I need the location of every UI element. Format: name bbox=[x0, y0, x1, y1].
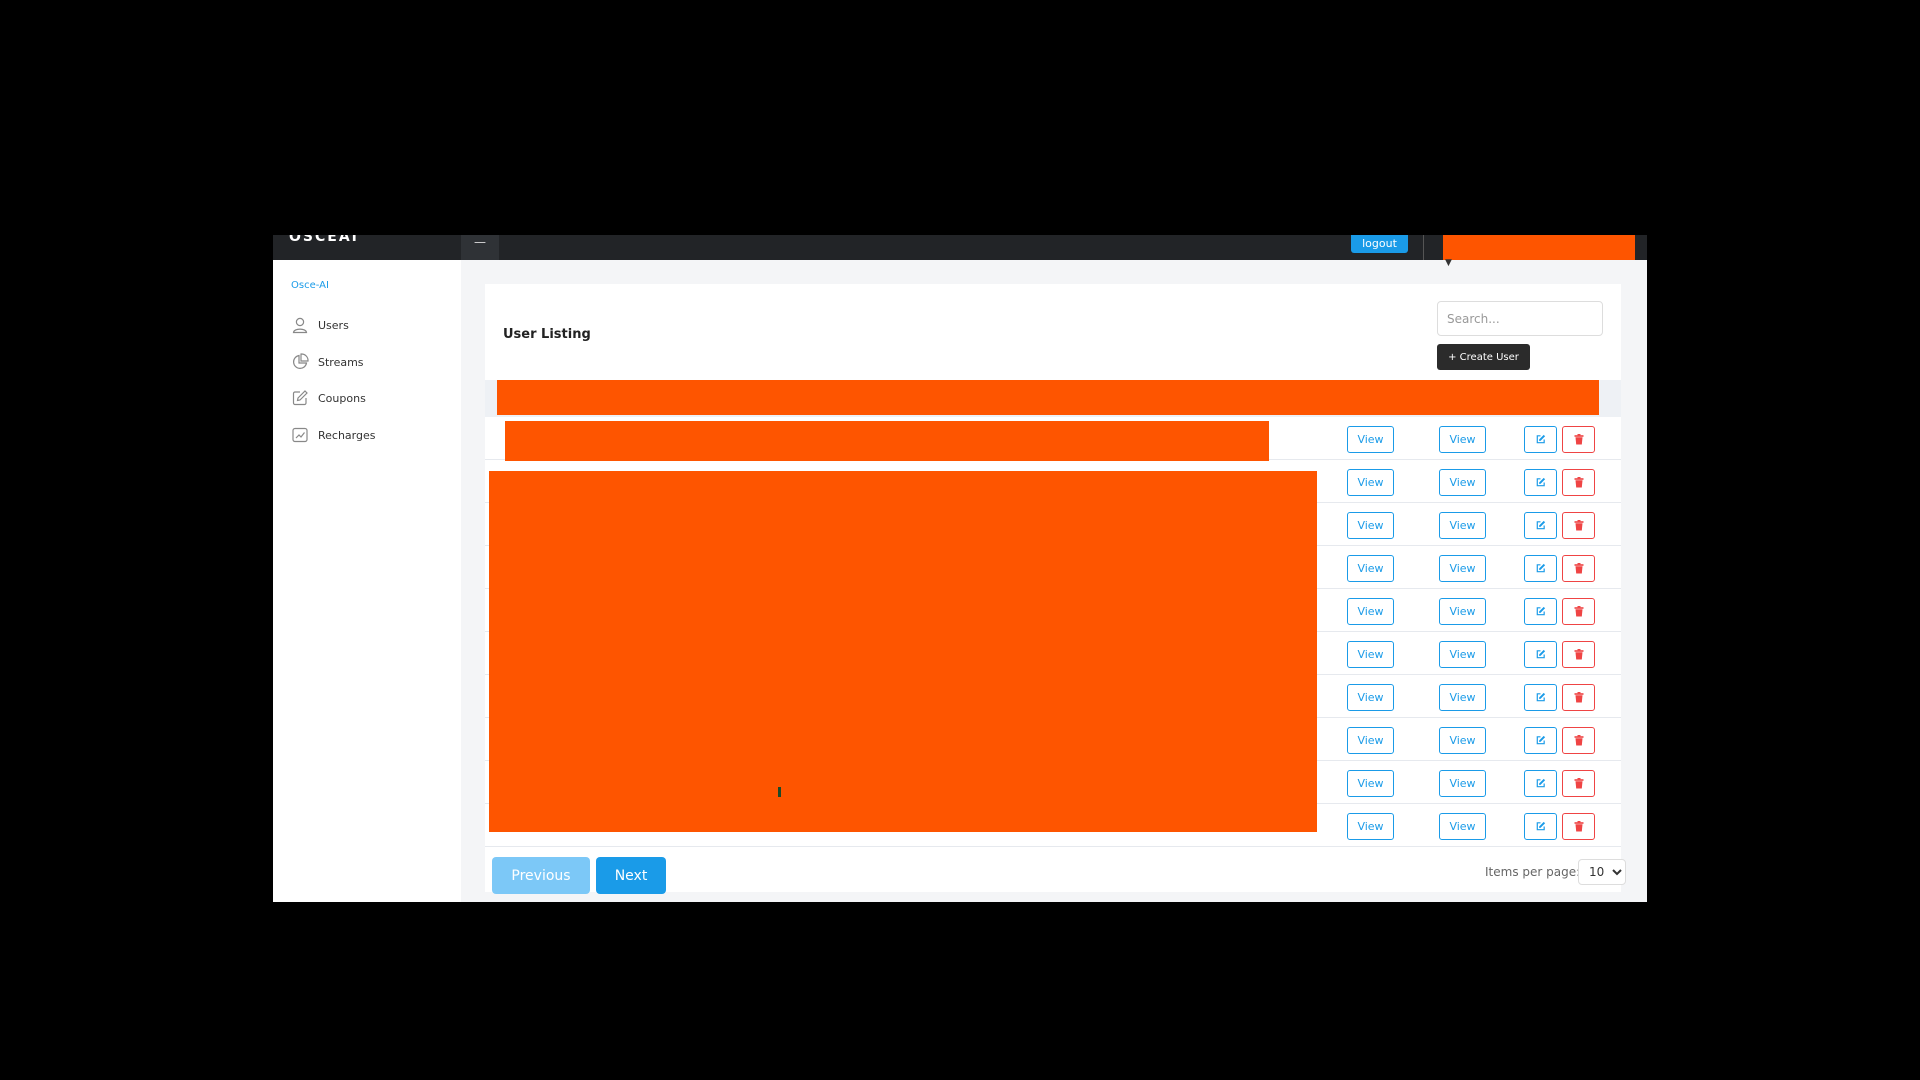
edit-icon bbox=[1536, 434, 1546, 444]
view-button[interactable]: View bbox=[1347, 512, 1394, 539]
view-button[interactable]: View bbox=[1347, 684, 1394, 711]
sidebar: Osce-AI Users Streams Coupons Recharges bbox=[273, 260, 461, 902]
edit-button[interactable] bbox=[1524, 684, 1557, 711]
app-window: OSCEAI — logout ▼ Osce-AI Users Streams bbox=[273, 235, 1647, 902]
sidebar-item-label: Recharges bbox=[318, 428, 376, 442]
sidebar-brand: Osce-AI bbox=[291, 280, 329, 291]
view-button[interactable]: View bbox=[1439, 727, 1486, 754]
view-button[interactable]: View bbox=[1439, 684, 1486, 711]
delete-button[interactable] bbox=[1562, 512, 1595, 539]
view-button[interactable]: View bbox=[1439, 469, 1486, 496]
view-button[interactable]: View bbox=[1439, 555, 1486, 582]
delete-button[interactable] bbox=[1562, 469, 1595, 496]
delete-button[interactable] bbox=[1562, 813, 1595, 840]
delete-button[interactable] bbox=[1562, 641, 1595, 668]
edit-icon bbox=[1536, 692, 1546, 702]
view-button[interactable]: View bbox=[1347, 555, 1394, 582]
delete-button[interactable] bbox=[1562, 684, 1595, 711]
edit-icon bbox=[1536, 735, 1546, 745]
view-button[interactable]: View bbox=[1347, 426, 1394, 453]
sidebar-item-label: Streams bbox=[318, 355, 364, 369]
view-button[interactable]: View bbox=[1347, 469, 1394, 496]
trash-icon bbox=[1574, 477, 1583, 488]
edit-button[interactable] bbox=[1524, 727, 1557, 754]
edit-button[interactable] bbox=[1524, 469, 1557, 496]
sidebar-item-coupons[interactable]: Coupons bbox=[291, 385, 451, 411]
create-user-button[interactable]: + Create User bbox=[1437, 344, 1530, 370]
trash-icon bbox=[1574, 520, 1583, 531]
edit-icon bbox=[1536, 477, 1546, 487]
edit-button[interactable] bbox=[1524, 770, 1557, 797]
redacted-table-content bbox=[489, 471, 1317, 832]
view-button[interactable]: View bbox=[1347, 727, 1394, 754]
edit-icon bbox=[1536, 563, 1546, 573]
next-button[interactable]: Next bbox=[596, 857, 666, 894]
view-button[interactable]: View bbox=[1439, 813, 1486, 840]
sidebar-item-label: Coupons bbox=[318, 391, 366, 405]
view-button[interactable]: View bbox=[1439, 426, 1486, 453]
redacted-row-content bbox=[505, 421, 1269, 461]
logout-button[interactable]: logout bbox=[1351, 235, 1408, 253]
trash-icon bbox=[1574, 692, 1583, 703]
view-button[interactable]: View bbox=[1439, 641, 1486, 668]
delete-button[interactable] bbox=[1562, 426, 1595, 453]
view-button[interactable]: View bbox=[1439, 770, 1486, 797]
edit-button[interactable] bbox=[1524, 813, 1557, 840]
edit-button[interactable] bbox=[1524, 641, 1557, 668]
edit-icon bbox=[1536, 821, 1546, 831]
edit-icon bbox=[1536, 606, 1546, 616]
trash-icon bbox=[1574, 434, 1583, 445]
edit-icon bbox=[1536, 778, 1546, 788]
edit-icon bbox=[1536, 520, 1546, 530]
delete-button[interactable] bbox=[1562, 770, 1595, 797]
text-cursor bbox=[778, 787, 781, 797]
delete-button[interactable] bbox=[1562, 598, 1595, 625]
pie-chart-icon bbox=[293, 353, 309, 369]
sidebar-item-users[interactable]: Users bbox=[291, 312, 451, 338]
top-bar: OSCEAI — logout ▼ bbox=[273, 235, 1647, 268]
view-button[interactable]: View bbox=[1439, 512, 1486, 539]
previous-button[interactable]: Previous bbox=[492, 857, 590, 894]
user-icon bbox=[292, 317, 308, 334]
sidebar-item-streams[interactable]: Streams bbox=[291, 349, 451, 375]
user-listing-card: User Listing + Create User View View Vie… bbox=[485, 284, 1626, 894]
view-button[interactable]: View bbox=[1439, 598, 1486, 625]
items-per-page-label: Items per page: bbox=[1485, 865, 1581, 879]
sidebar-item-label: Users bbox=[318, 318, 349, 332]
caret-down-icon[interactable]: ▼ bbox=[1445, 258, 1452, 268]
page-title: User Listing bbox=[503, 327, 591, 342]
view-button[interactable]: View bbox=[1347, 770, 1394, 797]
trash-icon bbox=[1574, 821, 1583, 832]
trash-icon bbox=[1574, 735, 1583, 746]
trash-icon bbox=[1574, 778, 1583, 789]
redacted-header bbox=[497, 380, 1599, 415]
items-per-page-select[interactable]: 10 bbox=[1578, 859, 1626, 885]
chart-line-icon bbox=[292, 427, 308, 443]
trash-icon bbox=[1574, 606, 1583, 617]
view-button[interactable]: View bbox=[1347, 598, 1394, 625]
search-input[interactable] bbox=[1437, 301, 1603, 336]
delete-button[interactable] bbox=[1562, 727, 1595, 754]
edit-icon bbox=[292, 390, 308, 406]
view-button[interactable]: View bbox=[1347, 813, 1394, 840]
trash-icon bbox=[1574, 649, 1583, 660]
hamburger-icon[interactable]: — bbox=[461, 235, 499, 260]
edit-button[interactable] bbox=[1524, 512, 1557, 539]
logo: OSCEAI bbox=[289, 235, 359, 245]
delete-button[interactable] bbox=[1562, 555, 1595, 582]
redacted-user-area bbox=[1443, 235, 1635, 260]
edit-icon bbox=[1536, 649, 1546, 659]
edit-button[interactable] bbox=[1524, 555, 1557, 582]
view-button[interactable]: View bbox=[1347, 641, 1394, 668]
edit-button[interactable] bbox=[1524, 598, 1557, 625]
edit-button[interactable] bbox=[1524, 426, 1557, 453]
sidebar-item-recharges[interactable]: Recharges bbox=[291, 422, 451, 448]
trash-icon bbox=[1574, 563, 1583, 574]
divider bbox=[1423, 235, 1424, 260]
